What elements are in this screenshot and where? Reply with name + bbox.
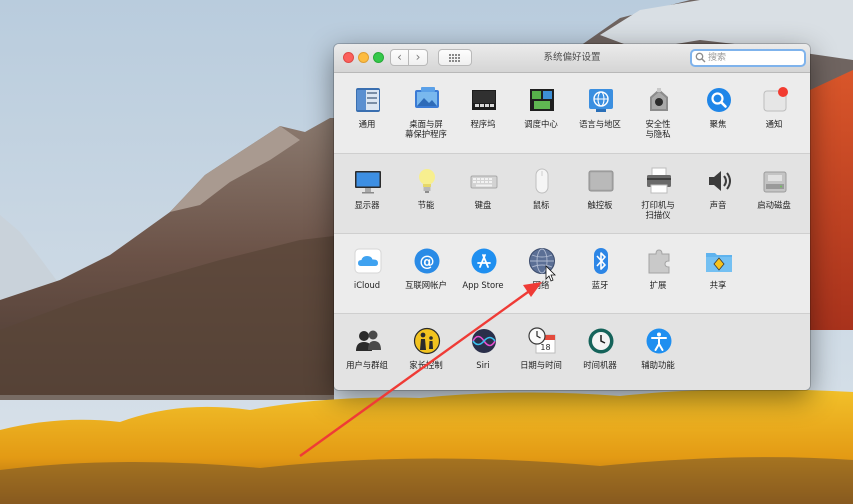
pref-label: 日期与时间 bbox=[520, 360, 562, 370]
notifications-icon bbox=[763, 87, 788, 112]
spotlight-icon bbox=[707, 88, 731, 112]
pref-label: 用户与群组 bbox=[346, 360, 388, 370]
pref-label: 打印机与 扫描仪 bbox=[641, 200, 675, 220]
mission-control-icon bbox=[530, 89, 554, 111]
date-time-icon: 18 bbox=[528, 327, 556, 354]
siri-icon bbox=[472, 329, 496, 353]
pref-dock[interactable]: 程序坞 bbox=[451, 73, 515, 147]
pref-parental-controls[interactable]: 家长控制 bbox=[394, 314, 458, 388]
pref-security-privacy[interactable]: 安全性 与隐私 bbox=[626, 73, 690, 147]
pref-network[interactable]: 网络 bbox=[509, 234, 573, 308]
section-system: 用户与群组 家长控制 Siri 18 日期与时间 时间机器 辅助功能 bbox=[334, 313, 810, 390]
pref-time-machine[interactable]: 时间机器 bbox=[568, 314, 632, 388]
pref-label: 共享 bbox=[709, 280, 727, 290]
icloud-icon bbox=[354, 248, 382, 274]
pref-desktop-screensaver[interactable]: 桌面与屏 幕保护程序 bbox=[394, 73, 458, 147]
pref-app-store[interactable]: App Store bbox=[451, 234, 515, 308]
search-placeholder: 搜索 bbox=[708, 53, 727, 63]
bluetooth-icon bbox=[594, 248, 608, 274]
security-privacy-icon bbox=[650, 88, 668, 111]
pref-sound[interactable]: 声音 bbox=[686, 154, 750, 228]
pref-icloud[interactable]: iCloud bbox=[335, 234, 399, 308]
general-icon bbox=[356, 88, 380, 112]
pref-internet-accounts[interactable]: @ 互联网帐户 bbox=[394, 234, 458, 308]
pref-general[interactable]: 通用 bbox=[335, 73, 399, 147]
pref-label: 辅助功能 bbox=[641, 360, 675, 370]
extensions-icon bbox=[648, 249, 670, 274]
pref-date-time[interactable]: 18 日期与时间 bbox=[509, 314, 573, 388]
system-preferences-window: ‹ › 系统偏好设置 搜索 通用 桌面与屏 幕保护程序 程序坞 调度中心 语言与… bbox=[334, 44, 810, 390]
pref-label: 网络 bbox=[532, 280, 550, 290]
pref-bluetooth[interactable]: 蓝牙 bbox=[568, 234, 632, 308]
pref-users-groups[interactable]: 用户与群组 bbox=[335, 314, 399, 388]
pref-startup-disk[interactable]: 启动磁盘 bbox=[742, 154, 806, 228]
keyboard-icon bbox=[470, 175, 498, 189]
svg-text:18: 18 bbox=[540, 343, 550, 352]
pref-label: 显示器 bbox=[354, 200, 380, 210]
pref-label: 安全性 与隐私 bbox=[645, 119, 671, 139]
pref-keyboard[interactable]: 键盘 bbox=[451, 154, 515, 228]
search-field[interactable]: 搜索 bbox=[690, 49, 806, 67]
sharing-icon bbox=[706, 253, 732, 272]
displays-icon bbox=[355, 171, 381, 194]
users-groups-icon bbox=[356, 330, 381, 351]
pref-mission-control[interactable]: 调度中心 bbox=[509, 73, 573, 147]
trackpad-icon bbox=[588, 170, 614, 192]
time-machine-icon bbox=[588, 328, 614, 354]
pref-language-region[interactable]: 语言与地区 bbox=[568, 73, 632, 147]
section-hardware: 显示器 节能 键盘 鼠标 触控板 打印机与 扫描仪 声音 启动磁盘 bbox=[334, 153, 810, 234]
svg-text:@: @ bbox=[420, 253, 435, 271]
parental-controls-icon bbox=[413, 327, 441, 355]
search-icon bbox=[695, 52, 706, 63]
pref-accessibility[interactable]: 辅助功能 bbox=[626, 314, 690, 388]
pref-label: iCloud bbox=[353, 280, 381, 290]
internet-accounts-icon: @ bbox=[414, 248, 440, 274]
pref-energy-saver[interactable]: 节能 bbox=[394, 154, 458, 228]
language-region-icon bbox=[589, 89, 613, 112]
pref-label: 通用 bbox=[358, 119, 376, 129]
printers-scanners-icon bbox=[647, 167, 671, 194]
energy-saver-icon bbox=[419, 169, 435, 193]
pref-label: 调度中心 bbox=[524, 119, 558, 129]
pref-sharing[interactable]: 共享 bbox=[686, 234, 750, 308]
startup-disk-icon bbox=[763, 171, 787, 193]
pref-spotlight[interactable]: 聚焦 bbox=[686, 73, 750, 147]
pref-mouse[interactable]: 鼠标 bbox=[509, 154, 573, 228]
pref-printers-scanners[interactable]: 打印机与 扫描仪 bbox=[626, 154, 690, 228]
pref-label: 通知 bbox=[765, 119, 783, 129]
section-internet: iCloud @ 互联网帐户 App Store 网络 蓝牙 扩展 共享 bbox=[334, 233, 810, 314]
network-icon bbox=[529, 248, 555, 274]
dock-icon bbox=[472, 90, 496, 110]
pref-displays[interactable]: 显示器 bbox=[335, 154, 399, 228]
pref-label: 启动磁盘 bbox=[757, 200, 791, 210]
pref-notifications[interactable]: 通知 bbox=[742, 73, 806, 147]
pref-label: 鼠标 bbox=[532, 200, 550, 210]
app-store-icon bbox=[471, 248, 497, 274]
pref-trackpad[interactable]: 触控板 bbox=[568, 154, 632, 228]
pref-extensions[interactable]: 扩展 bbox=[626, 234, 690, 308]
accessibility-icon bbox=[646, 328, 672, 354]
pref-siri[interactable]: Siri bbox=[451, 314, 515, 388]
pref-label: 扩展 bbox=[649, 280, 667, 290]
desktop-screensaver-icon bbox=[415, 87, 439, 108]
section-personal: 通用 桌面与屏 幕保护程序 程序坞 调度中心 语言与地区 安全性 与隐私 聚焦 … bbox=[334, 73, 810, 153]
titlebar: ‹ › 系统偏好设置 搜索 bbox=[334, 44, 810, 73]
mouse-icon bbox=[535, 168, 549, 194]
sound-icon bbox=[709, 171, 731, 191]
